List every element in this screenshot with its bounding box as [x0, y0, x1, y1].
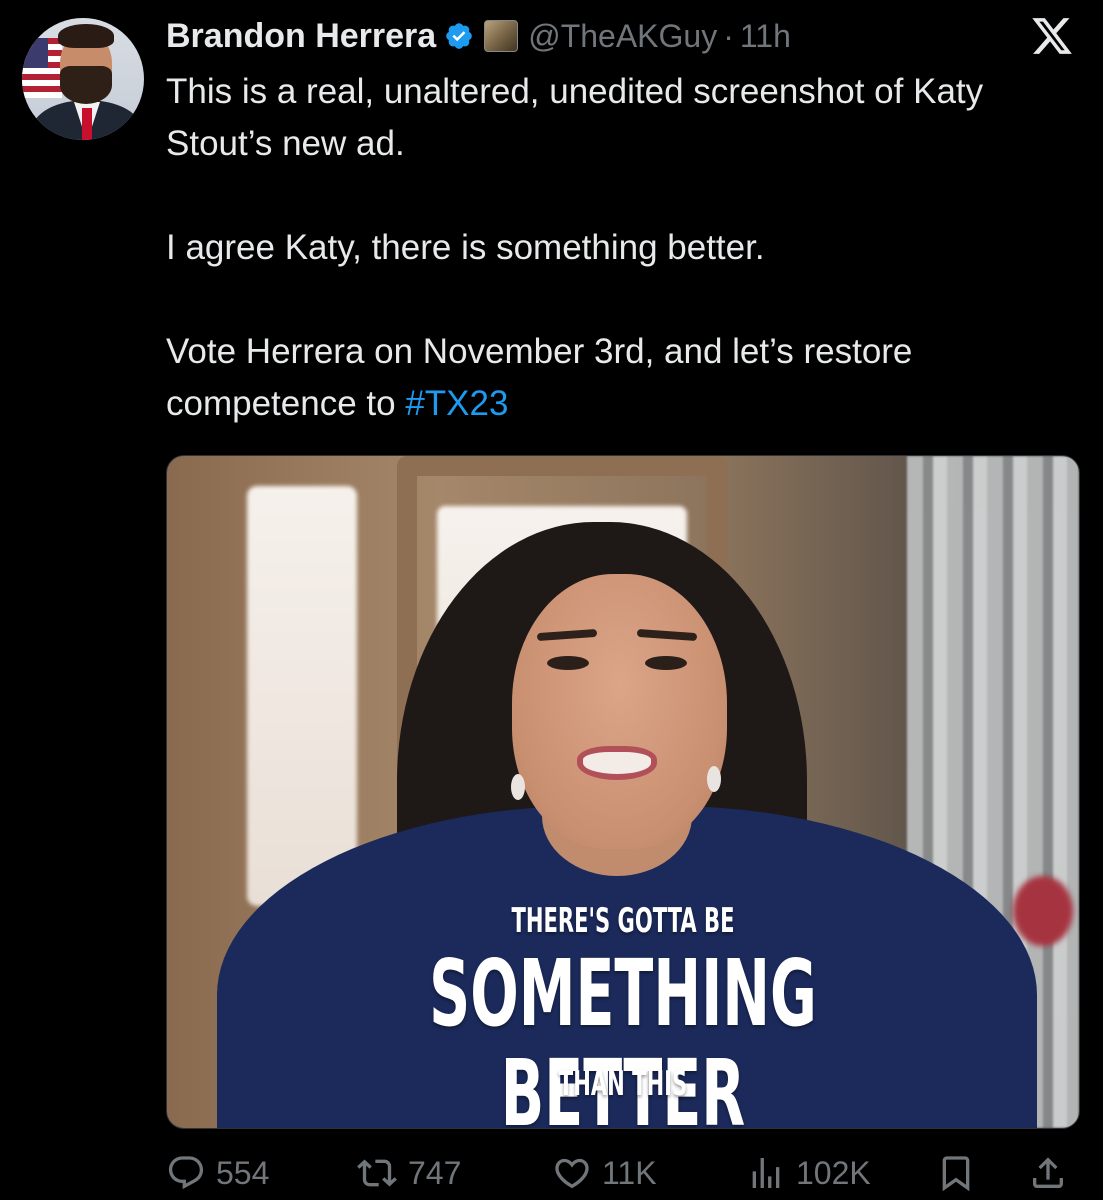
- tweet-line-3: Vote Herrera on November 3rd, and let’s …: [166, 326, 1066, 430]
- views-count: 102K: [796, 1154, 871, 1191]
- reply-icon: [168, 1156, 204, 1190]
- views-icon: [752, 1158, 780, 1188]
- reply-count: 554: [216, 1154, 270, 1191]
- repost-count: 747: [408, 1154, 462, 1191]
- background-window: [247, 486, 357, 906]
- mouth: [577, 746, 657, 780]
- separator-dot: ·: [723, 17, 734, 54]
- share-icon: [1033, 1157, 1063, 1188]
- avatar[interactable]: [22, 18, 144, 140]
- tweet-line-1: This is a real, unaltered, unedited scre…: [166, 72, 984, 163]
- handle[interactable]: @TheAKGuy: [528, 18, 717, 55]
- earring: [511, 774, 525, 800]
- flowers: [1013, 876, 1073, 946]
- tweet-text: This is a real, unaltered, unedited scre…: [166, 66, 1066, 430]
- hashtag-link[interactable]: #TX23: [405, 384, 508, 423]
- tweet-line-2: I agree Katy, there is something better.: [166, 228, 765, 267]
- caption-top: THERE'S GOTTA BE: [511, 901, 735, 941]
- avatar-hair: [58, 24, 114, 48]
- person-face: [512, 574, 727, 849]
- views-button[interactable]: 102K: [746, 1148, 871, 1198]
- tweet-header: Brandon Herrera @TheAKGuy · 11h: [166, 12, 791, 60]
- x-logo-icon: [1032, 18, 1072, 54]
- repost-button[interactable]: 747: [356, 1148, 461, 1198]
- timestamp[interactable]: 11h: [740, 18, 791, 55]
- verified-badge-icon: [446, 23, 473, 49]
- avatar-tie: [82, 108, 92, 140]
- tweet-line-3-text: Vote Herrera on November 3rd, and let’s …: [166, 332, 913, 423]
- like-count: 11K: [602, 1154, 657, 1191]
- eye: [645, 656, 687, 670]
- affiliate-badge-icon[interactable]: [484, 20, 519, 52]
- earring: [707, 766, 721, 792]
- display-name[interactable]: Brandon Herrera: [166, 17, 436, 56]
- like-icon: [555, 1158, 589, 1189]
- caption-bottom: THAN THIS: [558, 1064, 688, 1104]
- reply-button[interactable]: 554: [166, 1148, 269, 1198]
- bookmark-button[interactable]: [936, 1148, 976, 1198]
- repost-icon: [357, 1159, 397, 1187]
- like-button[interactable]: 11K: [552, 1148, 657, 1198]
- media-image[interactable]: THERE'S GOTTA BE SOMETHING BETTER THAN T…: [166, 455, 1080, 1129]
- eye: [547, 656, 589, 670]
- flag-graphic: [22, 38, 62, 98]
- share-button[interactable]: [1028, 1148, 1068, 1198]
- bookmark-icon: [942, 1156, 970, 1192]
- avatar-beard: [60, 66, 112, 104]
- action-bar: 554 747 11K 102K: [166, 1148, 1078, 1198]
